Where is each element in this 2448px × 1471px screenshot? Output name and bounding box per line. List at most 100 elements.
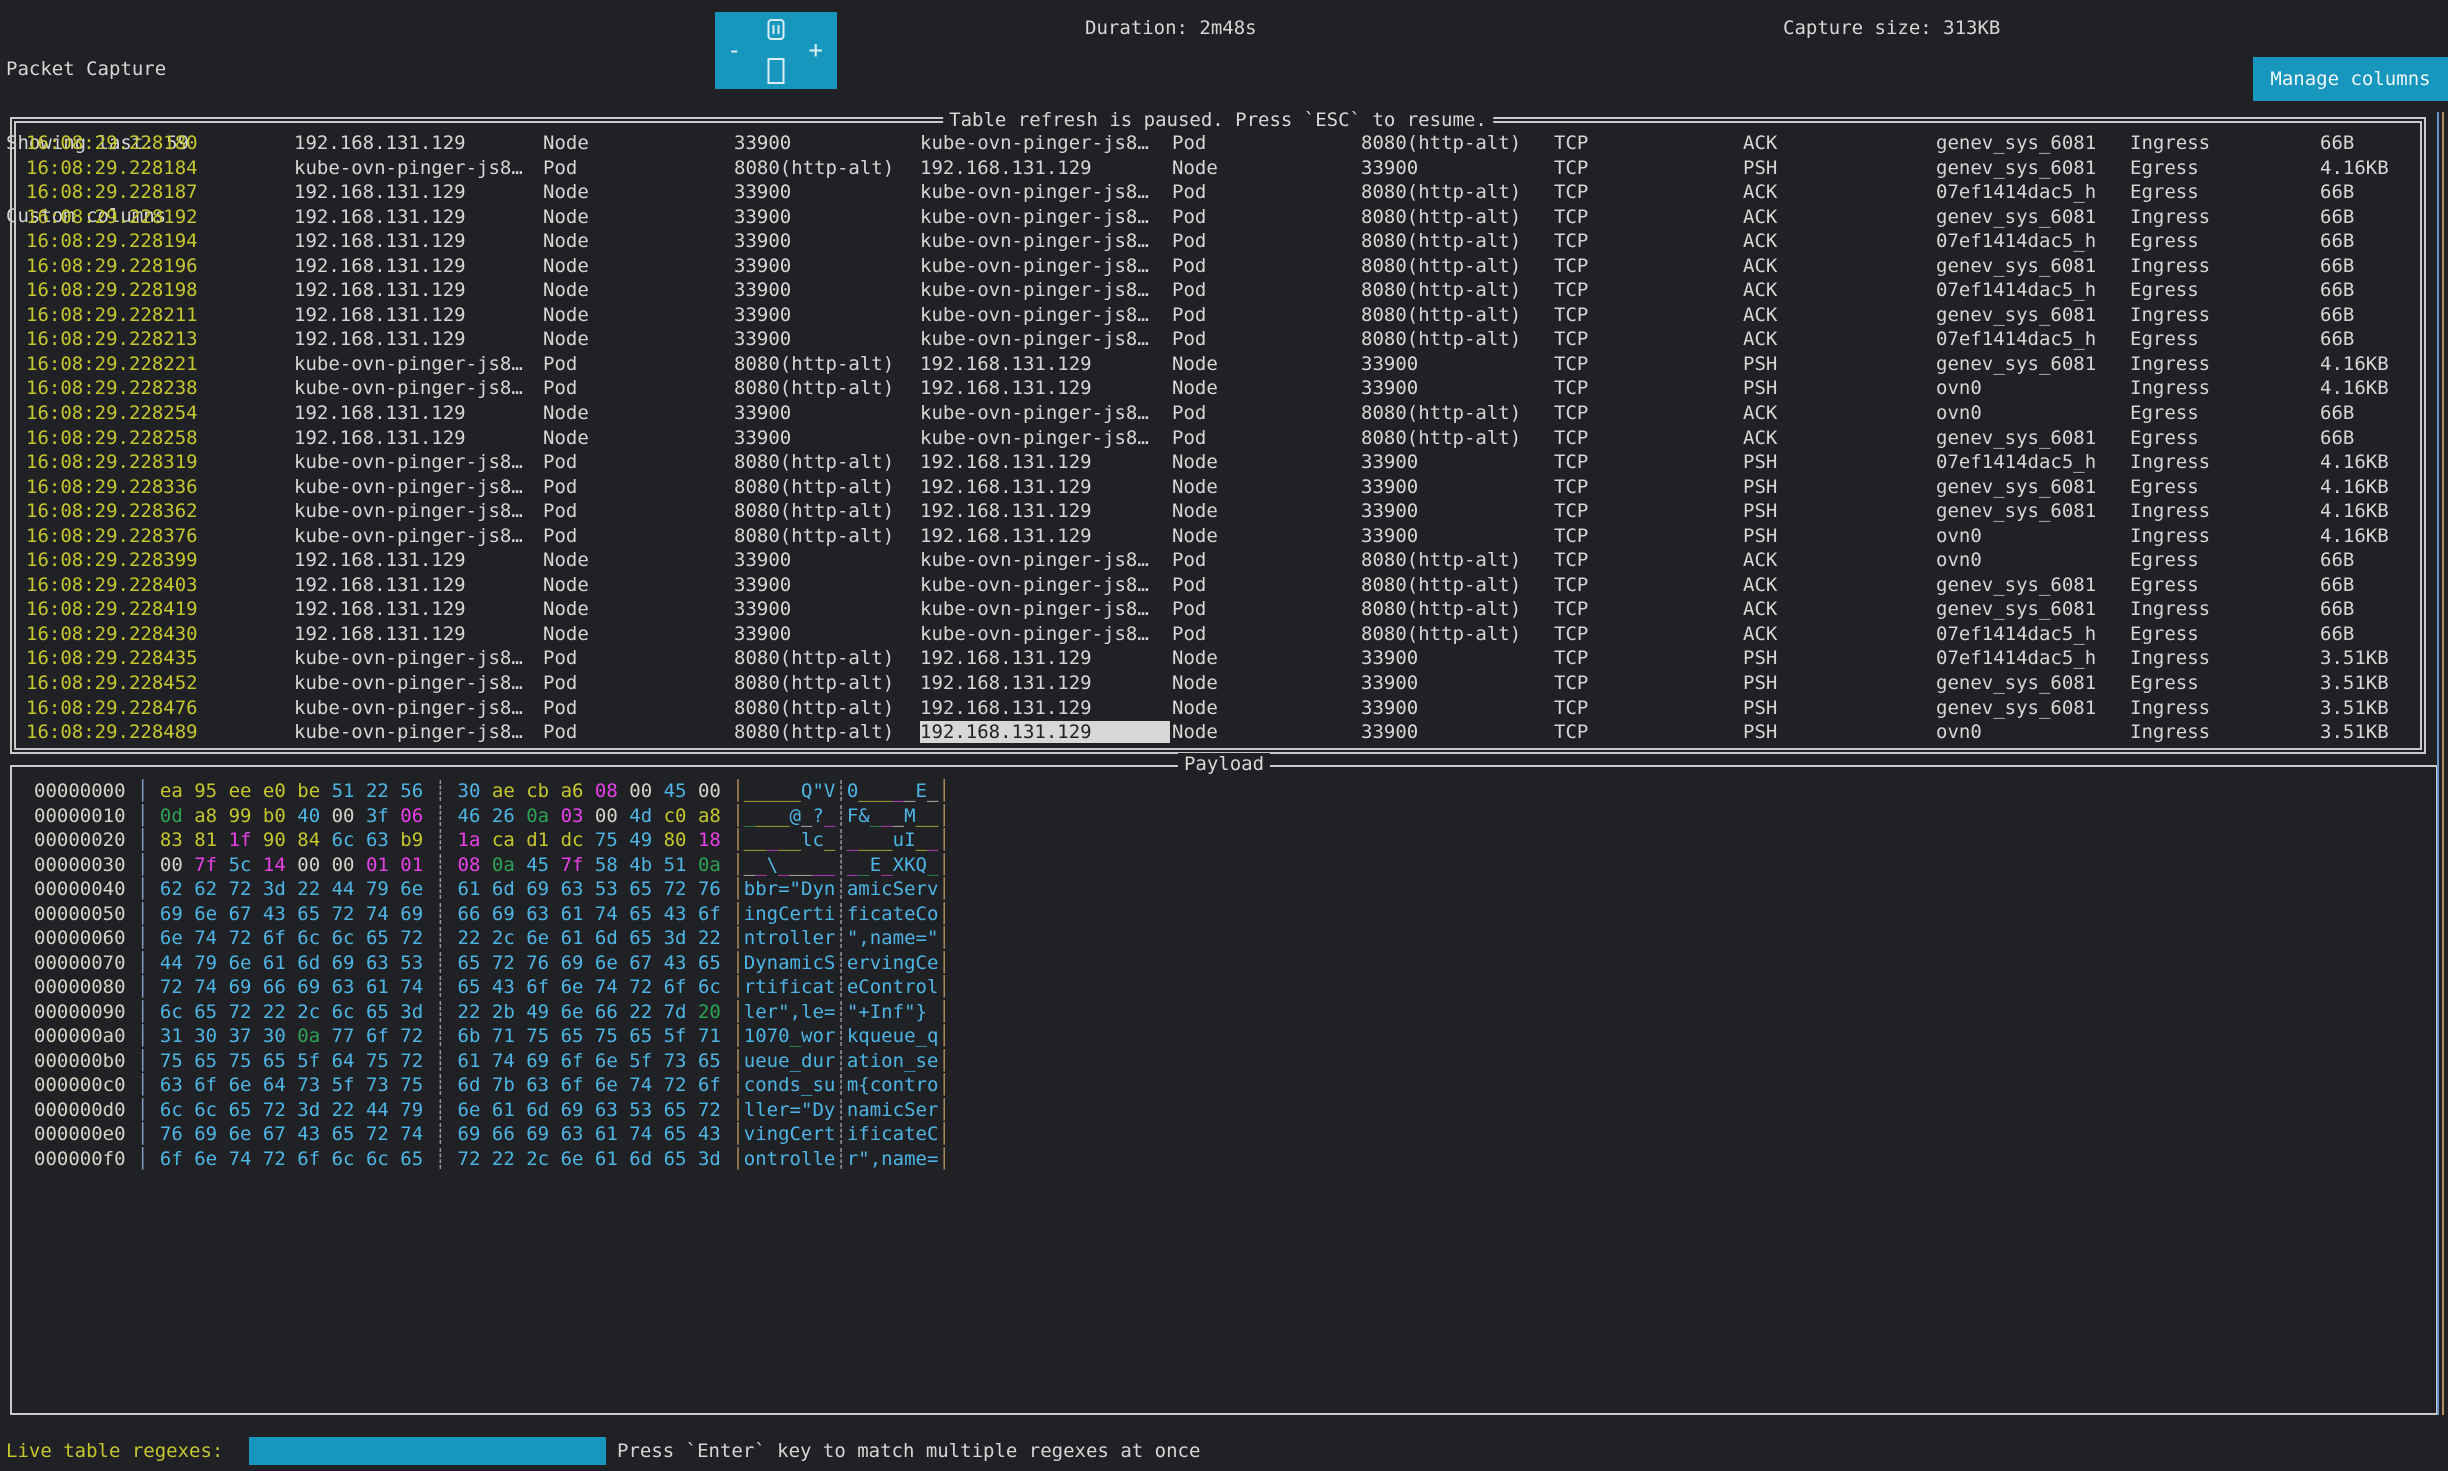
cell-flags: ACK [1743, 279, 1777, 301]
capture-controls[interactable]: - + [715, 12, 837, 89]
cell-source-port: 8080(http-alt) [734, 451, 894, 473]
cell-source-port: 33900 [734, 181, 791, 203]
cell-destination-port: 33900 [1361, 721, 1418, 743]
regex-hint: Press `Enter` key to match multiple rege… [617, 1440, 1200, 1462]
cell-protocol: TCP [1554, 525, 1588, 547]
cell-direction: Ingress [2130, 451, 2210, 473]
plus-button[interactable]: + [809, 36, 823, 64]
cell-size: 66B [2320, 427, 2354, 449]
cell-size: 4.16KB [2320, 500, 2389, 522]
cell-source: kube-ovn-pinger-js8… [294, 697, 523, 719]
cell-destination: kube-ovn-pinger-js8… [920, 623, 1149, 645]
cell-time: 16:08:29.228403 [26, 574, 198, 596]
cell-destination-port: 8080(http-alt) [1361, 132, 1521, 154]
hex-row: 000000f0 │ 6f 6e 74 72 6f 6c 6c 65 ┊ 72 … [34, 1147, 950, 1172]
minus-button[interactable]: - [727, 36, 741, 64]
table-row[interactable]: 16:08:29.228419192.168.131.129Node33900k… [24, 598, 2414, 623]
cell-destination-port: 8080(http-alt) [1361, 230, 1521, 252]
cell-destination: kube-ovn-pinger-js8… [920, 181, 1149, 203]
cell-destination: kube-ovn-pinger-js8… [920, 427, 1149, 449]
cell-interface: genev_sys_6081 [1936, 353, 2096, 375]
table-row[interactable]: 16:08:29.228430192.168.131.129Node33900k… [24, 623, 2414, 648]
table-row[interactable]: 16:08:29.228184kube-ovn-pinger-js8…Pod80… [24, 157, 2414, 182]
table-row[interactable]: 16:08:29.228221kube-ovn-pinger-js8…Pod80… [24, 353, 2414, 378]
cell-destination: kube-ovn-pinger-js8… [920, 328, 1149, 350]
table-row[interactable]: 16:08:29.228196192.168.131.129Node33900k… [24, 255, 2414, 280]
hex-row: 00000010 │ 0d a8 99 b0 40 00 3f 06 ┊ 46 … [34, 804, 950, 829]
cell-protocol: TCP [1554, 279, 1588, 301]
vertical-scrollbar[interactable] [2437, 112, 2446, 1415]
cell-source: 192.168.131.129 [294, 181, 466, 203]
table-row[interactable]: 16:08:29.228452kube-ovn-pinger-js8…Pod80… [24, 672, 2414, 697]
scrollbar-thumb[interactable] [2442, 112, 2444, 1415]
table-row[interactable]: 16:08:29.228362kube-ovn-pinger-js8…Pod80… [24, 500, 2414, 525]
cell-destination-port: 33900 [1361, 353, 1418, 375]
cell-flags: ACK [1743, 206, 1777, 228]
table-row[interactable]: 16:08:29.228476kube-ovn-pinger-js8…Pod80… [24, 697, 2414, 722]
hex-row: 00000040 │ 62 62 72 3d 22 44 79 6e ┊ 61 … [34, 877, 950, 902]
table-row[interactable]: 16:08:29.228187192.168.131.129Node33900k… [24, 181, 2414, 206]
table-row[interactable]: 16:08:29.228489kube-ovn-pinger-js8…Pod80… [24, 721, 2414, 746]
cell-protocol: TCP [1554, 598, 1588, 620]
payload-title: Payload [1178, 753, 1270, 775]
cell-destination-port: 8080(http-alt) [1361, 598, 1521, 620]
cell-destination: kube-ovn-pinger-js8… [920, 279, 1149, 301]
cell-direction: Egress [2130, 402, 2199, 424]
cell-source-type: Node [543, 206, 589, 228]
cell-destination-type: Node [1172, 476, 1218, 498]
cell-source-type: Node [543, 328, 589, 350]
cell-direction: Ingress [2130, 647, 2210, 669]
cell-time: 16:08:29.228180 [26, 132, 198, 154]
hex-row: 000000a0 │ 31 30 37 30 0a 77 6f 72 ┊ 6b … [34, 1024, 950, 1049]
cell-source-type: Node [543, 181, 589, 203]
cell-size: 66B [2320, 255, 2354, 277]
table-row[interactable]: 16:08:29.228336kube-ovn-pinger-js8…Pod80… [24, 476, 2414, 501]
cell-direction: Egress [2130, 672, 2199, 694]
cell-direction: Ingress [2130, 132, 2210, 154]
table-row[interactable]: 16:08:29.228194192.168.131.129Node33900k… [24, 230, 2414, 255]
table-row[interactable]: 16:08:29.228435kube-ovn-pinger-js8…Pod80… [24, 647, 2414, 672]
table-row[interactable]: 16:08:29.228258192.168.131.129Node33900k… [24, 427, 2414, 452]
table-row[interactable]: 16:08:29.228238kube-ovn-pinger-js8…Pod80… [24, 377, 2414, 402]
cell-destination-port: 8080(http-alt) [1361, 427, 1521, 449]
cell-destination-port: 33900 [1361, 500, 1418, 522]
table-row[interactable]: 16:08:29.228198192.168.131.129Node33900k… [24, 279, 2414, 304]
packet-table[interactable]: Table refresh is paused. Press `ESC` to … [10, 117, 2426, 754]
cell-direction: Ingress [2130, 304, 2210, 326]
table-row[interactable]: 16:08:29.228180192.168.131.129Node33900k… [24, 132, 2414, 157]
selected-cell-destination[interactable]: 192.168.131.129 [920, 721, 1170, 743]
regex-input[interactable] [249, 1437, 606, 1465]
table-row[interactable]: 16:08:29.228192192.168.131.129Node33900k… [24, 206, 2414, 231]
stop-icon[interactable] [768, 58, 785, 84]
cell-destination-port: 33900 [1361, 157, 1418, 179]
cell-time: 16:08:29.228211 [26, 304, 198, 326]
table-row[interactable]: 16:08:29.228213192.168.131.129Node33900k… [24, 328, 2414, 353]
table-row[interactable]: 16:08:29.228254192.168.131.129Node33900k… [24, 402, 2414, 427]
table-row[interactable]: 16:08:29.228399192.168.131.129Node33900k… [24, 549, 2414, 574]
cell-source-type: Node [543, 132, 589, 154]
table-row[interactable]: 16:08:29.228403192.168.131.129Node33900k… [24, 574, 2414, 599]
cell-time: 16:08:29.228319 [26, 451, 198, 473]
cell-interface: genev_sys_6081 [1936, 476, 2096, 498]
table-row[interactable]: 16:08:29.228376kube-ovn-pinger-js8…Pod80… [24, 525, 2414, 550]
cell-source: 192.168.131.129 [294, 132, 466, 154]
cell-direction: Ingress [2130, 377, 2210, 399]
cell-destination-port: 8080(http-alt) [1361, 402, 1521, 424]
cell-size: 4.16KB [2320, 157, 2389, 179]
cell-interface: 07ef1414dac5_h [1936, 451, 2096, 473]
scrollbar-track[interactable] [2437, 112, 2439, 1415]
app-title: Packet Capture [6, 57, 189, 82]
manage-columns-button[interactable]: Manage columns [2253, 57, 2448, 101]
cell-interface: genev_sys_6081 [1936, 697, 2096, 719]
cell-source: kube-ovn-pinger-js8… [294, 721, 523, 743]
cell-source-port: 8080(http-alt) [734, 721, 894, 743]
cell-time: 16:08:29.228258 [26, 427, 198, 449]
paused-banner: Table refresh is paused. Press `ESC` to … [943, 109, 1493, 131]
cell-protocol: TCP [1554, 206, 1588, 228]
cell-destination-type: Node [1172, 721, 1218, 743]
table-row[interactable]: 16:08:29.228319kube-ovn-pinger-js8…Pod80… [24, 451, 2414, 476]
pause-icon[interactable] [768, 19, 785, 40]
table-row[interactable]: 16:08:29.228211192.168.131.129Node33900k… [24, 304, 2414, 329]
cell-time: 16:08:29.228362 [26, 500, 198, 522]
cell-destination-type: Pod [1172, 279, 1206, 301]
